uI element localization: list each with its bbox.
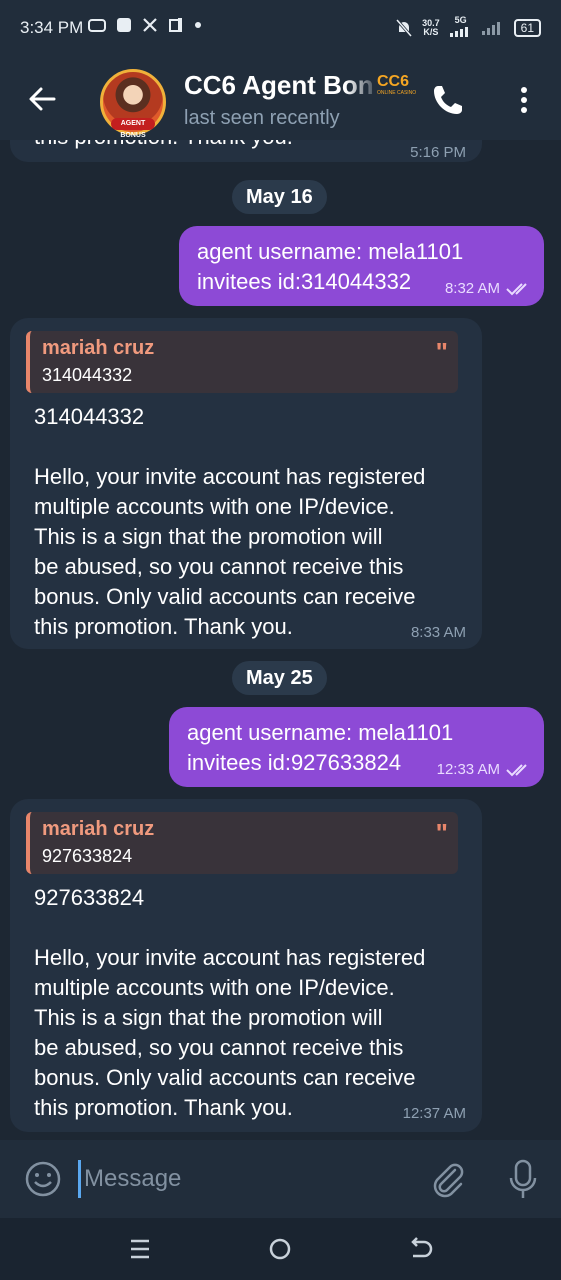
phone-icon[interactable] xyxy=(430,82,466,118)
date-separator: May 16 xyxy=(232,180,327,214)
battery-indicator: 61 xyxy=(513,18,541,37)
message-meta: 12:33 AM xyxy=(437,761,532,778)
app-icon xyxy=(117,18,131,32)
message-time: 12:37 AM xyxy=(402,1105,466,1122)
reply-quote[interactable]: mariah cruz 314044332 " xyxy=(26,331,458,393)
message-time: 8:33 AM xyxy=(410,624,466,641)
message-time: 8:32 AM xyxy=(444,280,500,297)
message-line: invitees id:927633824 xyxy=(187,750,402,775)
chat-header: AGENT BONUS CC6 Agent Bon CC6 ONLINE CAS… xyxy=(0,58,561,140)
reply-text: 314044332 xyxy=(42,365,133,385)
system-nav-bar xyxy=(0,1218,561,1280)
message-incoming[interactable]: mariah cruz 314044332 " 314044332 Hello,… xyxy=(10,318,482,649)
back-arrow-icon[interactable] xyxy=(26,82,60,116)
office-icon xyxy=(169,18,182,32)
back-nav-icon[interactable] xyxy=(404,1233,436,1265)
avatar-badge: AGENT BONUS xyxy=(111,118,155,139)
last-seen-status: last seen recently xyxy=(184,107,340,129)
message-outgoing[interactable]: agent username: mela1101 invitees id:927… xyxy=(169,707,544,787)
double-check-icon xyxy=(506,763,527,776)
message-text: this promotion. Thank you. xyxy=(34,140,293,152)
network-type: 5G xyxy=(449,16,472,39)
message-meta: 8:32 AM xyxy=(445,280,532,297)
signal-icon-2 xyxy=(481,21,500,35)
mute-bell-icon xyxy=(396,18,413,37)
message-line: agent username: mela1101 xyxy=(187,720,454,745)
text-cursor xyxy=(78,1160,81,1198)
message-composer xyxy=(0,1140,561,1218)
status-right-icons: 30.7 K/S 5G 61 xyxy=(396,16,541,39)
message-line: agent username: mela1101 xyxy=(197,239,464,264)
message-text: 314044332 Hello, your invite account has… xyxy=(34,404,426,639)
date-separator: May 25 xyxy=(232,661,327,695)
reply-quote[interactable]: mariah cruz 927633824 " xyxy=(26,812,458,874)
message-incoming[interactable]: mariah cruz 927633824 " 927633824 Hello,… xyxy=(10,799,482,1132)
status-bar: 3:34 PM 30.7 K/S 5G 61 xyxy=(0,0,561,58)
more-vertical-icon[interactable] xyxy=(510,82,538,118)
message-time: 12:33 AM xyxy=(436,761,500,778)
quote-icon: " xyxy=(435,337,448,367)
message-line: invitees id:314044332 xyxy=(197,269,412,294)
avatar[interactable]: AGENT BONUS xyxy=(100,69,166,139)
reply-text: 927633824 xyxy=(42,846,133,866)
emoji-icon[interactable] xyxy=(24,1160,62,1198)
double-check-icon xyxy=(506,282,527,295)
notification-icons xyxy=(88,16,202,34)
message-incoming-partial[interactable]: this promotion. Thank you. 5:16 PM xyxy=(10,140,482,162)
chat-messages[interactable]: this promotion. Thank you. 5:16 PM May 1… xyxy=(0,140,561,1140)
cc6-logo: CC6 ONLINE CASINO xyxy=(377,73,417,97)
link-icon xyxy=(88,19,106,32)
reply-author: mariah cruz xyxy=(42,818,155,840)
message-outgoing[interactable]: agent username: mela1101 invitees id:314… xyxy=(179,226,544,306)
recent-apps-icon[interactable] xyxy=(124,1233,156,1265)
reply-author: mariah cruz xyxy=(42,337,155,359)
x-icon xyxy=(143,18,157,32)
home-icon[interactable] xyxy=(264,1233,296,1265)
signal-icon xyxy=(449,27,468,37)
message-text: 927633824 Hello, your invite account has… xyxy=(34,885,426,1120)
message-input[interactable] xyxy=(84,1160,404,1198)
paperclip-icon[interactable] xyxy=(428,1160,468,1200)
dot-icon xyxy=(195,22,201,28)
quote-icon: " xyxy=(435,818,448,848)
title-fade xyxy=(346,66,380,108)
microphone-icon[interactable] xyxy=(506,1158,540,1202)
status-time: 3:34 PM xyxy=(20,18,84,37)
net-speed: 30.7 K/S xyxy=(422,17,440,37)
message-time: 5:16 PM xyxy=(410,144,466,161)
